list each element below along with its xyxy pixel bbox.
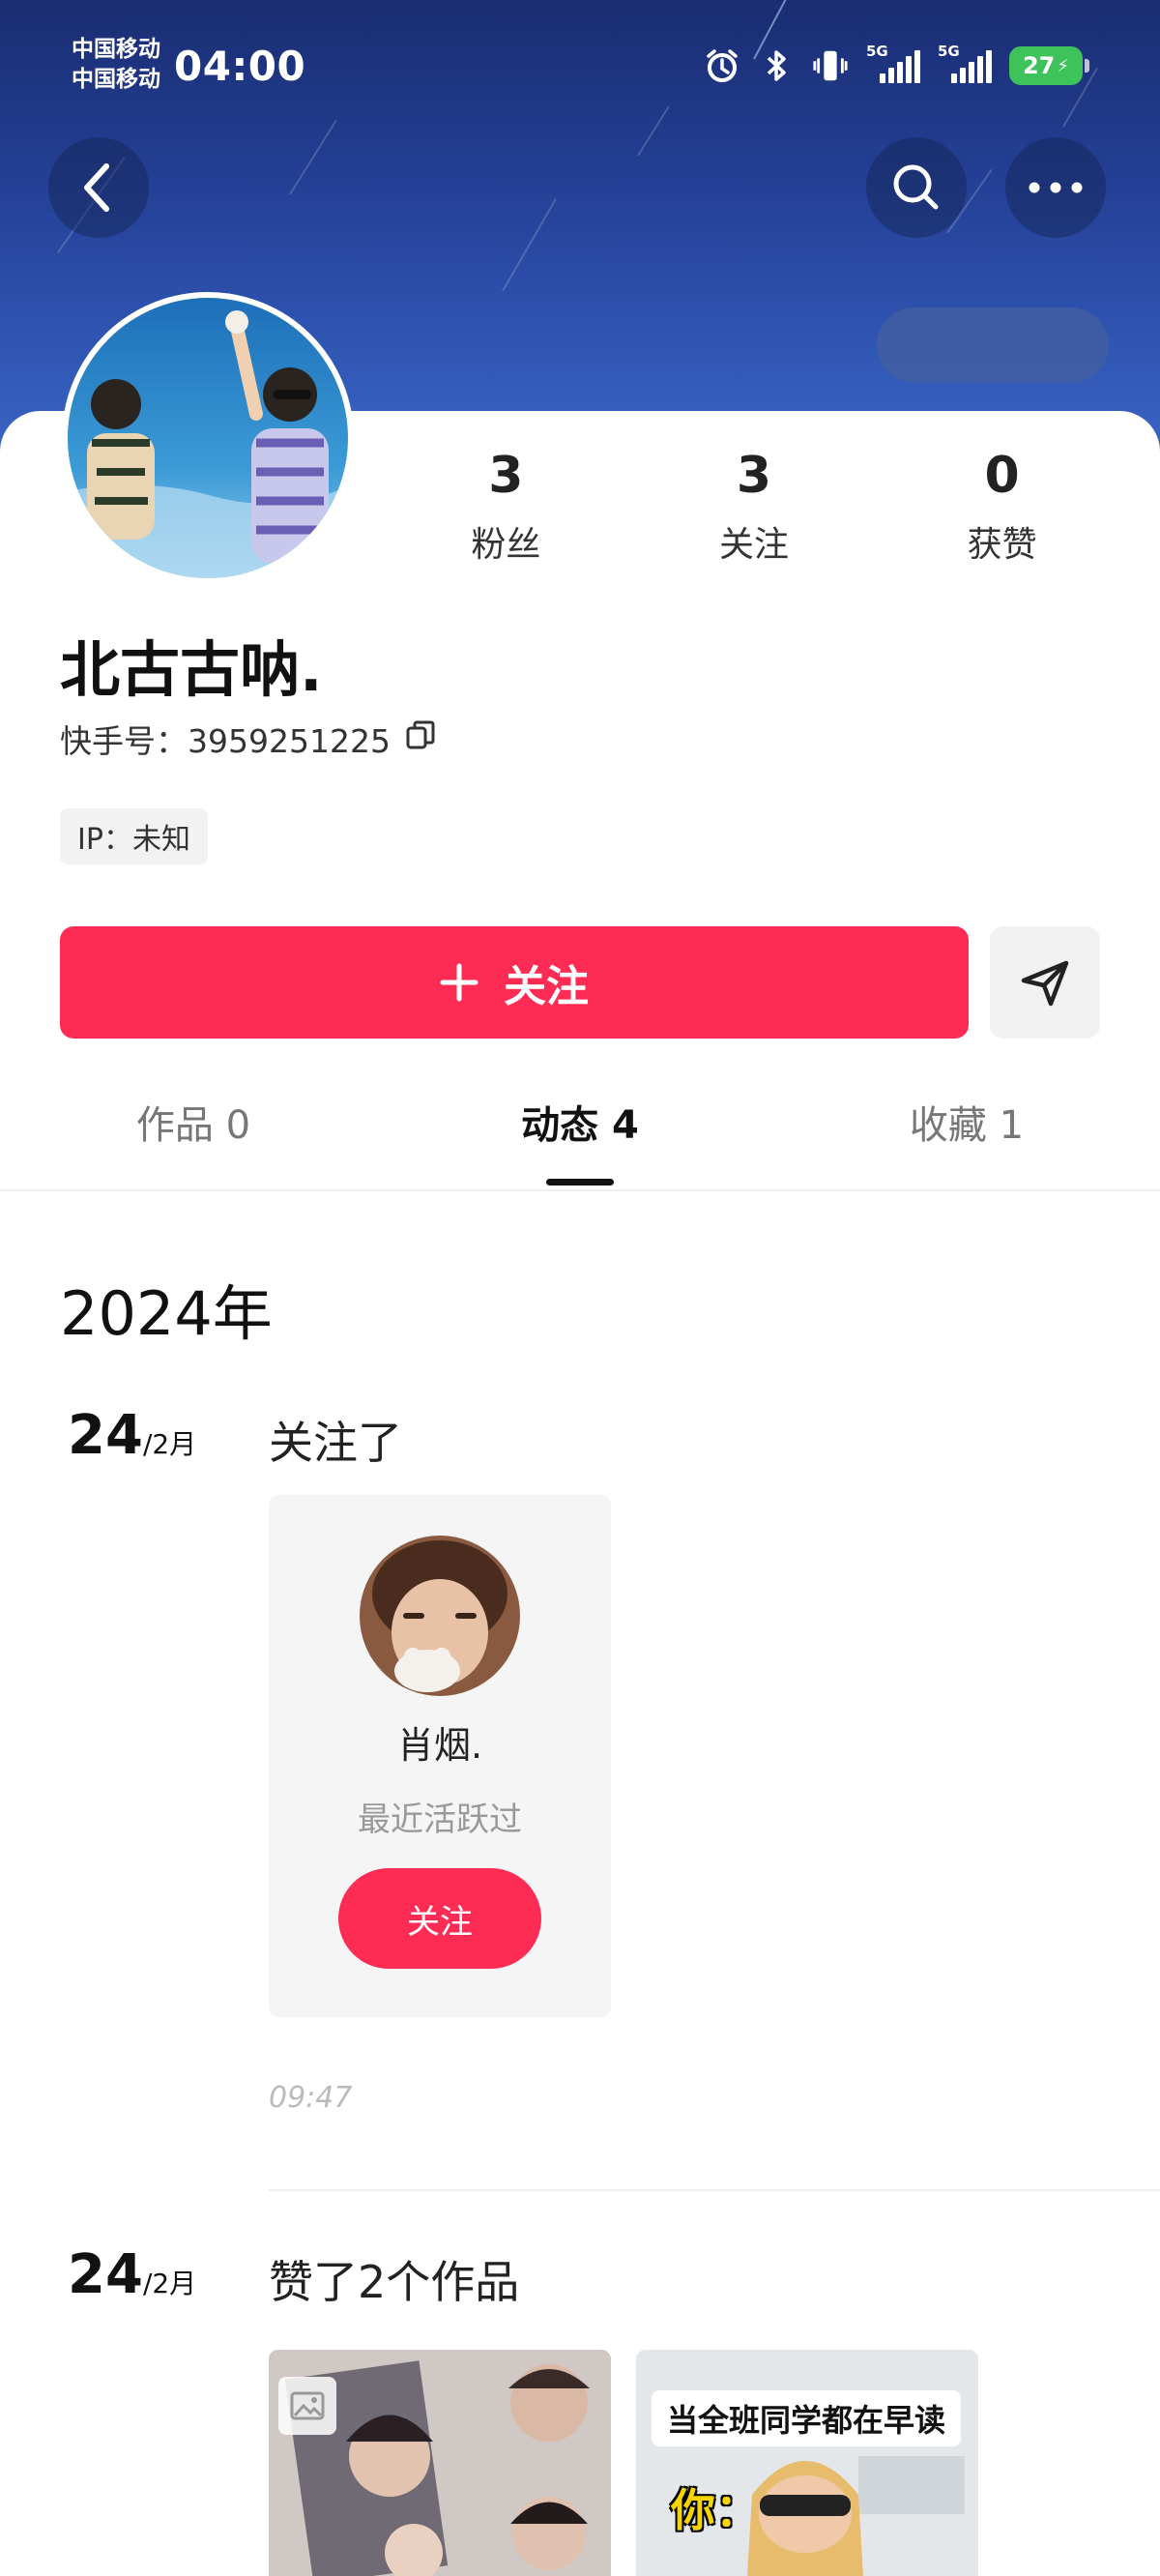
send-icon (1021, 960, 1069, 1007)
carrier-2: 中国移动 (72, 67, 160, 92)
followed-user-avatar[interactable] (360, 1536, 520, 1696)
entry-2-title: 赞了2个作品 (269, 2256, 520, 2308)
followed-user-follow-button[interactable]: 关注 (338, 1868, 541, 1969)
signal-1-icon: 5G (866, 43, 920, 83)
profile-tabs: 作品 0 动态 4 收藏 1 (0, 1071, 1160, 1191)
feed-divider (269, 2189, 1160, 2191)
stat-following-count: 3 (736, 447, 772, 505)
liked-work-thumbnail-2[interactable]: 当全班同学都在早读 你： (636, 2350, 978, 2576)
profile-avatar[interactable] (62, 292, 354, 584)
plus-icon (440, 963, 478, 1002)
entry-1-day: 24 (68, 1404, 143, 1467)
network-type-2: 5G (938, 43, 960, 60)
battery-level: 27 (1022, 52, 1056, 79)
stat-following-label: 关注 (718, 525, 789, 565)
entry-1-month: /2月 (142, 1428, 197, 1460)
followed-user-card[interactable]: 肖烟. 最近活跃过 关注 (269, 1495, 611, 2017)
stat-fans[interactable]: 3 粉丝 (471, 445, 540, 567)
entry-1-date: 24/2月 (68, 1404, 196, 1467)
entry-1-time: 09:47 (269, 2081, 353, 2115)
uid-label: 快手号： (60, 722, 188, 760)
banner-placeholder-pill (877, 307, 1109, 383)
network-type-1: 5G (866, 43, 888, 60)
work-photo-2-icon (636, 2350, 978, 2576)
send-message-button[interactable] (990, 926, 1100, 1039)
stat-fans-label: 粉丝 (471, 525, 541, 565)
signal-2-icon: 5G (938, 43, 992, 83)
image-type-icon (278, 2377, 336, 2435)
feed-year: 2024年 (60, 1278, 273, 1349)
carrier-labels: 中国移动 中国移动 (72, 35, 160, 95)
alarm-icon (704, 47, 740, 84)
tab-moments[interactable]: 动态 4 (387, 1071, 773, 1189)
liked-work-thumbnail-1[interactable] (269, 2350, 611, 2576)
stat-fans-count: 3 (488, 447, 524, 505)
user-photo-icon (360, 1536, 520, 1696)
ip-location-tag: IP：未知 (60, 808, 208, 864)
status-time: 04:00 (174, 43, 306, 90)
back-button[interactable] (48, 137, 149, 238)
more-horizontal-icon (1029, 182, 1083, 193)
stat-likes-count: 0 (984, 447, 1020, 505)
followed-user-status: 最近活跃过 (358, 1800, 522, 1839)
entry-1-title: 关注了 (269, 1417, 402, 1469)
thumbnail-overlay-text: 你： (671, 2484, 760, 2536)
search-button[interactable] (866, 137, 967, 238)
tab-favorites[interactable]: 收藏 1 (773, 1071, 1160, 1189)
status-icons: 5G 5G 27 ⚡ (704, 43, 1089, 85)
more-button[interactable] (1005, 137, 1106, 238)
profile-uid: 快手号：3959251225 (60, 716, 437, 762)
search-icon (893, 164, 939, 210)
stat-following[interactable]: 3 关注 (719, 445, 789, 567)
profile-stats: 3 粉丝 3 关注 0 获赞 (382, 445, 1126, 567)
avatar-photo-icon (68, 298, 348, 578)
follow-button-label: 关注 (504, 962, 589, 1011)
stat-likes[interactable]: 0 获赞 (968, 445, 1037, 567)
uid-value: 3959251225 (188, 722, 391, 760)
entry-2-date: 24/2月 (68, 2243, 196, 2306)
vibrate-icon (812, 47, 849, 84)
profile-name: 北古古呐. (60, 634, 323, 705)
followed-user-name: 肖烟. (396, 1724, 483, 1767)
follow-button[interactable]: 关注 (60, 926, 969, 1039)
battery-indicator: 27 ⚡ (1009, 46, 1089, 85)
copy-icon[interactable] (404, 718, 437, 759)
entry-2-day: 24 (68, 2243, 143, 2306)
status-bar: 中国移动 中国移动 04:00 5G 5G 27 ⚡ (0, 0, 1160, 145)
thumbnail-caption: 当全班同学都在早读 (652, 2390, 962, 2446)
chevron-left-icon (84, 163, 109, 212)
tab-works[interactable]: 作品 0 (0, 1071, 387, 1189)
bluetooth-icon (758, 47, 795, 84)
stat-likes-label: 获赞 (967, 525, 1037, 565)
entry-2-month: /2月 (142, 2268, 197, 2299)
carrier-1: 中国移动 (72, 37, 160, 62)
